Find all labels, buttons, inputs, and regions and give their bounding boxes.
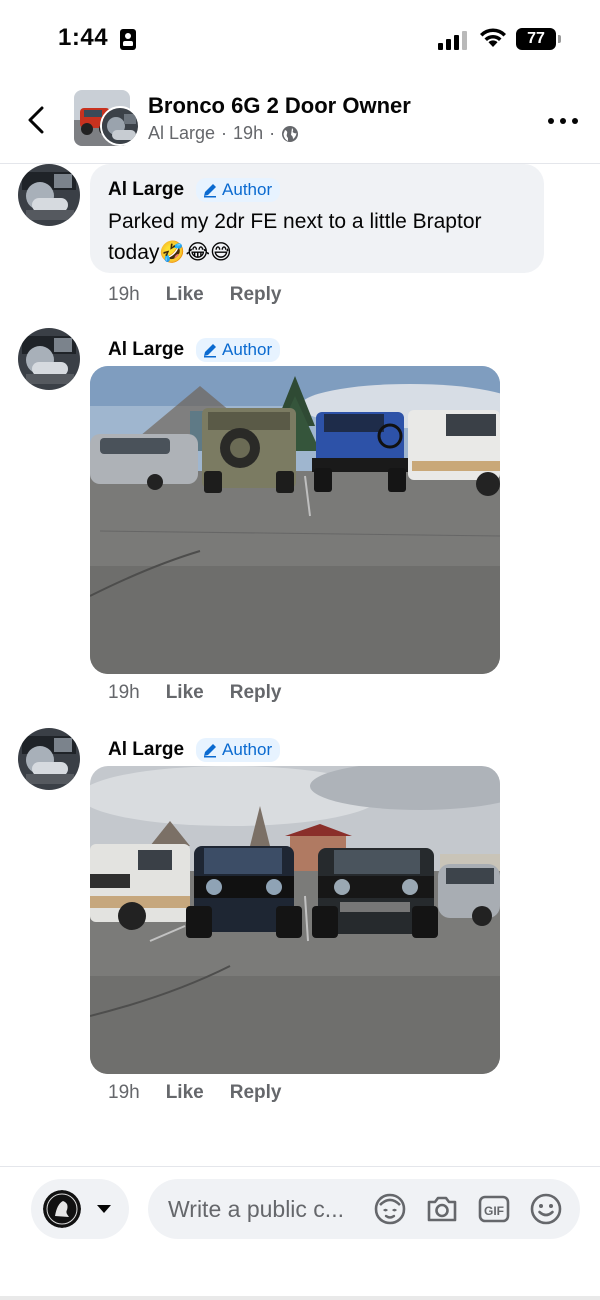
back-chevron-icon[interactable] bbox=[20, 100, 54, 140]
like-button[interactable]: Like bbox=[166, 682, 204, 704]
post-meta: Al Large · 19h · bbox=[148, 123, 299, 144]
comment-photo[interactable] bbox=[90, 366, 500, 674]
cellular-signal-icon bbox=[438, 30, 468, 50]
profile-switcher[interactable] bbox=[31, 1179, 129, 1239]
comment-actions: 19h Like Reply bbox=[108, 284, 281, 306]
comment-composer: Write a public c... GIF bbox=[0, 1166, 600, 1300]
group-name[interactable]: Bronco 6G 2 Door Owner bbox=[148, 93, 411, 119]
commenter-avatar[interactable] bbox=[18, 164, 80, 226]
more-options-icon[interactable] bbox=[548, 118, 578, 126]
comment-actions: 19h Like Reply bbox=[108, 682, 281, 704]
author-badge-label: Author bbox=[222, 740, 273, 759]
home-indicator-area bbox=[0, 1296, 600, 1300]
svg-text:GIF: GIF bbox=[484, 1204, 504, 1218]
like-button[interactable]: Like bbox=[166, 284, 204, 306]
reply-button[interactable]: Reply bbox=[230, 284, 282, 306]
focus-id-icon bbox=[120, 29, 136, 50]
comment-photo[interactable] bbox=[90, 766, 500, 1074]
comment-input-placeholder: Write a public c... bbox=[168, 1196, 344, 1222]
page-profile-avatar bbox=[43, 1190, 81, 1228]
commenter-name[interactable]: Al Large bbox=[108, 739, 184, 761]
emoji-icon[interactable] bbox=[528, 1191, 564, 1227]
author-badge-label: Author bbox=[222, 340, 273, 359]
author-avatar-small[interactable] bbox=[100, 106, 140, 146]
commenter-avatar[interactable] bbox=[18, 328, 80, 390]
status-time: 1:44 bbox=[58, 24, 109, 51]
gif-icon[interactable]: GIF bbox=[476, 1191, 512, 1227]
comment: Al Large Author 19h Like Reply bbox=[0, 728, 600, 1108]
comment: Al Large Author Parked my 2dr FE next to… bbox=[0, 164, 600, 314]
pencil-icon bbox=[204, 744, 217, 758]
status-bar: 1:44 77 bbox=[0, 0, 600, 80]
author-badge: Author bbox=[196, 338, 281, 362]
commenter-avatar[interactable] bbox=[18, 728, 80, 790]
globe-icon bbox=[282, 125, 299, 142]
comment-header: Al Large Author bbox=[108, 338, 281, 362]
comment-time: 19h bbox=[108, 682, 140, 703]
battery-indicator: 77 bbox=[516, 28, 561, 50]
comment: Al Large Author 19h Like Reply bbox=[0, 328, 600, 708]
comment-bubble[interactable]: Al Large Author Parked my 2dr FE next to… bbox=[90, 164, 544, 273]
comment-actions: 19h Like Reply bbox=[108, 1082, 281, 1104]
author-badge: Author bbox=[196, 178, 281, 202]
like-button[interactable]: Like bbox=[166, 1082, 204, 1104]
wifi-icon bbox=[480, 28, 506, 47]
meta-separator: · bbox=[221, 123, 228, 143]
post-header: Bronco 6G 2 Door Owner Al Large · 19h · bbox=[0, 80, 600, 164]
post-author-name[interactable]: Al Large bbox=[148, 123, 215, 144]
reply-button[interactable]: Reply bbox=[230, 682, 282, 704]
comment-time: 19h bbox=[108, 284, 140, 305]
comment-text: Parked my 2dr FE next to a little Brapto… bbox=[108, 210, 482, 264]
author-badge-label: Author bbox=[222, 180, 273, 199]
avatar-sticker-icon[interactable] bbox=[372, 1191, 408, 1227]
post-time: 19h bbox=[233, 123, 264, 143]
commenter-name[interactable]: Al Large bbox=[108, 339, 184, 361]
author-badge: Author bbox=[196, 738, 281, 762]
commenter-name[interactable]: Al Large bbox=[108, 179, 184, 201]
caret-down-icon bbox=[97, 1205, 111, 1213]
comment-time: 19h bbox=[108, 1082, 140, 1103]
camera-icon[interactable] bbox=[424, 1191, 460, 1227]
comment-header: Al Large Author bbox=[108, 178, 526, 202]
comment-input[interactable]: Write a public c... GIF bbox=[148, 1179, 580, 1239]
comment-header: Al Large Author bbox=[108, 738, 281, 762]
meta-separator: · bbox=[269, 123, 276, 143]
reply-button[interactable]: Reply bbox=[230, 1082, 282, 1104]
pencil-icon bbox=[204, 344, 217, 358]
pencil-icon bbox=[204, 184, 217, 198]
